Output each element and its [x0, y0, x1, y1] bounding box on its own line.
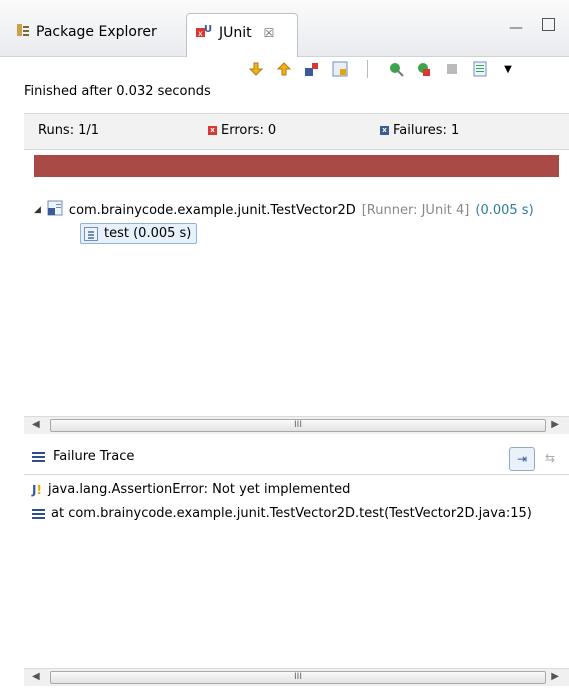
test-case-failed-icon	[84, 226, 98, 241]
failure-trace-label: Failure Trace	[53, 449, 135, 464]
trace-line-text: at com.brainycode.example.junit.TestVect…	[51, 506, 532, 521]
failures-value: 1	[450, 123, 460, 138]
scroll-grip: III	[294, 672, 302, 682]
stack-frame-icon	[32, 508, 45, 519]
status-finished-text: Finished after 0.032 seconds	[24, 84, 211, 99]
stack-trace-icon	[32, 451, 45, 462]
tab-package-explorer-label: Package Explorer	[36, 24, 157, 40]
next-failure-icon[interactable]	[246, 59, 266, 79]
failure-trace-content[interactable]: J! java.lang.AssertionError: Not yet imp…	[24, 476, 569, 666]
suite-name: com.brainycode.example.junit.TestVector2…	[68, 202, 356, 218]
scroll-grip: III	[294, 420, 302, 430]
failure-trace-title: Failure Trace	[32, 449, 134, 464]
junit-icon: xU	[195, 22, 213, 44]
stop-icon[interactable]	[442, 59, 462, 79]
scroll-right-icon[interactable]: ▶	[551, 419, 559, 430]
suite-time: (0.005 s)	[475, 202, 534, 218]
rerun-test-icon[interactable]	[386, 59, 406, 79]
filter-stack-trace-button[interactable]: ⇥	[509, 447, 535, 471]
junit-toolbar: ▼	[246, 56, 518, 82]
runs-count: Runs: 1/1	[38, 123, 99, 138]
failures-count: x Failures: 1	[380, 123, 459, 138]
failures-label: Failures:	[393, 123, 447, 138]
minimize-icon[interactable]: —	[509, 20, 523, 36]
trace-line[interactable]: at com.brainycode.example.junit.TestVect…	[32, 506, 532, 521]
scroll-left-icon[interactable]: ◀	[32, 671, 40, 682]
scroll-right-icon[interactable]: ▶	[551, 671, 559, 682]
test-suite-icon	[47, 200, 63, 220]
tab-package-explorer[interactable]: Package Explorer	[16, 18, 157, 46]
trace-line[interactable]: J! java.lang.AssertionError: Not yet imp…	[32, 482, 350, 497]
error-icon: x	[208, 126, 217, 135]
tab-junit[interactable]: xU JUnit ☒	[186, 13, 298, 57]
test-tree[interactable]: ◢ com.brainycode.example.junit.TestVecto…	[24, 190, 569, 415]
scroll-thumb[interactable]: III	[50, 671, 546, 684]
show-failures-only-icon[interactable]	[302, 59, 322, 79]
rerun-failed-first-icon[interactable]	[414, 59, 434, 79]
svg-text:U: U	[204, 24, 212, 35]
suite-runner: [Runner: JUnit 4]	[361, 202, 470, 218]
maximize-icon[interactable]	[542, 18, 555, 31]
runs-label: Runs:	[38, 123, 75, 138]
errors-label: Errors:	[221, 123, 264, 138]
tree-horizontal-scrollbar[interactable]: ◀ III ▶	[24, 416, 569, 434]
test-run-history-icon[interactable]	[470, 59, 490, 79]
tree-node-suite[interactable]: ◢ com.brainycode.example.junit.TestVecto…	[34, 200, 534, 220]
scroll-thumb[interactable]: III	[50, 419, 546, 432]
runs-value: 1/1	[78, 123, 100, 138]
tab-junit-label: JUnit	[219, 25, 252, 41]
assertion-error-icon: J!	[32, 482, 42, 497]
failure-icon: x	[380, 126, 389, 135]
svg-text:x: x	[198, 29, 203, 38]
errors-count: x Errors: 0	[208, 123, 276, 138]
package-explorer-icon	[16, 23, 30, 41]
test-name: test (0.005 s)	[104, 226, 192, 241]
progress-bar	[34, 155, 559, 177]
scroll-left-icon[interactable]: ◀	[32, 419, 40, 430]
previous-failure-icon[interactable]	[274, 59, 294, 79]
test-counts-panel: Runs: 1/1 x Errors: 0 x Failures: 1	[24, 113, 569, 150]
failure-trace-header: Failure Trace ⇥ ⇆	[24, 444, 569, 475]
trace-line-text: java.lang.AssertionError: Not yet implem…	[47, 482, 351, 497]
view-menu-icon[interactable]: ▼	[498, 59, 518, 79]
scroll-lock-icon[interactable]	[330, 59, 350, 79]
expand-triangle-icon[interactable]: ◢	[34, 205, 41, 215]
errors-value: 0	[267, 123, 277, 138]
compare-results-button[interactable]: ⇆	[539, 447, 561, 469]
close-tab-icon[interactable]: ☒	[264, 26, 275, 40]
separator	[358, 59, 378, 79]
tree-node-test[interactable]: test (0.005 s)	[80, 223, 198, 244]
trace-horizontal-scrollbar[interactable]: ◀ III ▶	[24, 668, 569, 686]
